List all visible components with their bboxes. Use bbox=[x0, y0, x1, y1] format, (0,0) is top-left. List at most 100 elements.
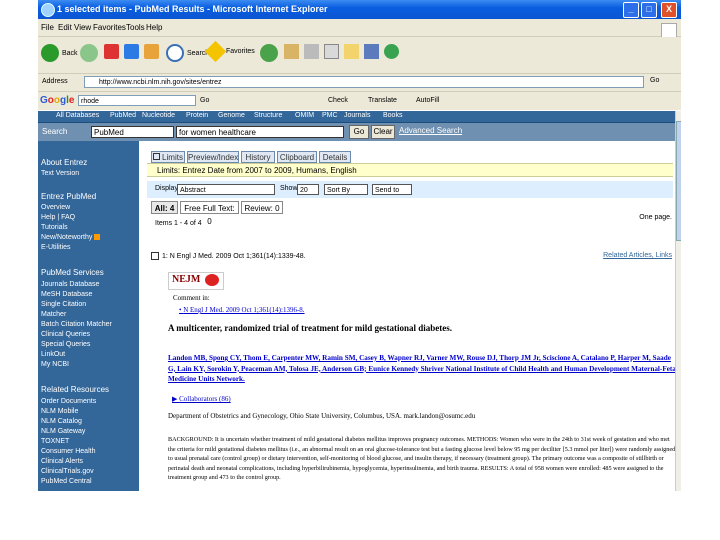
back-button[interactable]: Back bbox=[41, 44, 78, 62]
sort-by-select[interactable]: Sort By bbox=[324, 184, 368, 195]
menu-edit[interactable]: Edit bbox=[58, 23, 72, 32]
stop-button[interactable] bbox=[104, 44, 119, 59]
maximize-button[interactable]: □ bbox=[641, 2, 657, 18]
filter-free-full-text[interactable]: Free Full Text: 0 bbox=[180, 201, 239, 226]
sidebar-item-help[interactable]: Help | FAQ bbox=[41, 214, 75, 221]
nav-journals[interactable]: Journals bbox=[344, 112, 370, 119]
sidebar-item-single-citation[interactable]: Single Citation bbox=[41, 301, 86, 308]
mail-icon bbox=[284, 44, 299, 59]
sidebar-item-clinical-queries[interactable]: Clinical Queries bbox=[41, 331, 90, 338]
research-button[interactable] bbox=[364, 44, 379, 59]
menu-file[interactable]: File bbox=[41, 23, 54, 32]
search-button[interactable]: Search bbox=[166, 44, 209, 62]
tab-details[interactable]: Details bbox=[319, 151, 351, 163]
nav-structure[interactable]: Structure bbox=[254, 112, 282, 119]
favorites-button[interactable]: Favorites bbox=[204, 40, 255, 63]
google-go-button[interactable]: Go bbox=[200, 97, 209, 104]
tab-history[interactable]: History bbox=[241, 151, 275, 163]
history-button[interactable] bbox=[260, 44, 278, 62]
article-title: A multicenter, randomized trial of treat… bbox=[168, 323, 453, 333]
sidebar-item-matcher[interactable]: Matcher bbox=[41, 311, 66, 318]
sidebar-item-consumer-health[interactable]: Consumer Health bbox=[41, 448, 95, 455]
nav-books[interactable]: Books bbox=[383, 112, 402, 119]
sidebar-heading-about[interactable]: About Entrez bbox=[41, 158, 87, 167]
show-count-select[interactable]: 20 bbox=[297, 184, 319, 195]
discuss-button[interactable] bbox=[344, 44, 359, 59]
nav-protein[interactable]: Protein bbox=[186, 112, 208, 119]
sidebar-item-order-documents[interactable]: Order Documents bbox=[41, 398, 96, 405]
sidebar-item-overview[interactable]: Overview bbox=[41, 204, 70, 211]
google-search-input[interactable]: rhode bbox=[78, 95, 196, 106]
menu-tools[interactable]: Tools bbox=[126, 23, 145, 32]
address-input[interactable]: http://www.ncbi.nlm.nih.gov/sites/entrez bbox=[84, 76, 644, 88]
advanced-search-link[interactable]: Advanced Search bbox=[399, 126, 462, 135]
nav-omim[interactable]: OMIM bbox=[295, 112, 314, 119]
tab-limits-label: Limits bbox=[162, 153, 183, 162]
filter-all[interactable]: All: 4 bbox=[151, 201, 178, 214]
google-check-button[interactable]: Check bbox=[328, 97, 348, 104]
tab-clipboard[interactable]: Clipboard bbox=[277, 151, 317, 163]
sidebar-item-nlm-catalog[interactable]: NLM Catalog bbox=[41, 418, 82, 425]
close-button[interactable]: X bbox=[661, 2, 677, 18]
sidebar-item-clinical-alerts[interactable]: Clinical Alerts bbox=[41, 458, 83, 465]
messenger-button[interactable] bbox=[384, 44, 399, 59]
search-query-input[interactable]: for women healthcare bbox=[176, 126, 344, 138]
tab-preview-index[interactable]: Preview/Index bbox=[187, 151, 239, 163]
nav-pmc[interactable]: PMC bbox=[322, 112, 338, 119]
select-checkbox[interactable] bbox=[151, 252, 159, 260]
vertical-scrollbar[interactable] bbox=[675, 111, 681, 491]
collaborators-toggle[interactable]: ▶ Collaborators (86) bbox=[172, 395, 231, 403]
sidebar-item-new-noteworthy-label: New/Noteworthy bbox=[41, 234, 93, 241]
database-select[interactable]: PubMed bbox=[91, 126, 174, 138]
standard-toolbar: Back Search Favorites bbox=[38, 37, 681, 74]
sidebar-item-mesh-db[interactable]: MeSH Database bbox=[41, 291, 92, 298]
google-translate-button[interactable]: Translate bbox=[368, 97, 397, 104]
print-button[interactable] bbox=[304, 44, 319, 59]
sidebar-item-new-noteworthy[interactable]: New/Noteworthy bbox=[41, 234, 101, 241]
sidebar-item-journals-db[interactable]: Journals Database bbox=[41, 281, 99, 288]
sidebar-item-nlm-mobile[interactable]: NLM Mobile bbox=[41, 408, 78, 415]
comment-link[interactable]: • N Engl J Med. 2009 Oct 1;361(14):1396-… bbox=[179, 306, 305, 314]
sidebar-item-pubmed-central[interactable]: PubMed Central bbox=[41, 478, 92, 485]
sidebar-item-clinicaltrials[interactable]: ClinicalTrials.gov bbox=[41, 468, 94, 475]
sidebar-item-linkout[interactable]: LinkOut bbox=[41, 351, 65, 358]
menu-view[interactable]: View bbox=[74, 23, 91, 32]
send-to-select[interactable]: Send to bbox=[372, 184, 412, 195]
author-list[interactable]: Landon MB, Spong CY, Thom E, Carpenter M… bbox=[168, 353, 678, 385]
mail-button[interactable] bbox=[284, 44, 299, 59]
nejm-logo[interactable]: NEJM bbox=[168, 272, 224, 290]
pubmed-search-bar: Search PubMed for women healthcare Go Cl… bbox=[38, 123, 675, 141]
scrollbar-thumb[interactable] bbox=[676, 121, 681, 241]
go-button[interactable]: Go bbox=[650, 77, 659, 84]
refresh-button[interactable] bbox=[124, 44, 139, 59]
menu-help[interactable]: Help bbox=[146, 23, 162, 32]
nav-all-databases[interactable]: All Databases bbox=[56, 112, 99, 119]
nav-pubmed[interactable]: PubMed bbox=[110, 112, 136, 119]
tab-limits[interactable]: Limits bbox=[151, 151, 185, 163]
edit-button[interactable] bbox=[324, 44, 339, 59]
display-format-select[interactable]: Abstract bbox=[177, 184, 275, 195]
search-query-text: women healthcare bbox=[190, 128, 256, 137]
related-articles-link[interactable]: Related Articles, Links bbox=[603, 252, 672, 259]
back-label: Back bbox=[62, 49, 78, 57]
sidebar-item-tutorials[interactable]: Tutorials bbox=[41, 224, 68, 231]
sidebar-item-batch-citation[interactable]: Batch Citation Matcher bbox=[41, 321, 112, 328]
window-title: 1 selected items - PubMed Results - Micr… bbox=[57, 4, 328, 14]
nav-nucleotide[interactable]: Nucleotide bbox=[142, 112, 175, 119]
minimize-button[interactable]: _ bbox=[623, 2, 639, 18]
sidebar-item-toxnet[interactable]: TOXNET bbox=[41, 438, 69, 445]
sidebar-item-text-version[interactable]: Text Version bbox=[41, 170, 79, 177]
home-button[interactable] bbox=[144, 44, 159, 59]
back-arrow-icon bbox=[41, 44, 59, 62]
sidebar-item-eutilities[interactable]: E-Utilities bbox=[41, 244, 71, 251]
sidebar-item-nlm-gateway[interactable]: NLM Gateway bbox=[41, 428, 85, 435]
google-autofill-button[interactable]: AutoFill bbox=[416, 97, 439, 104]
sidebar-item-special-queries[interactable]: Special Queries bbox=[41, 341, 90, 348]
search-go-button[interactable]: Go bbox=[349, 125, 369, 139]
forward-button[interactable] bbox=[80, 44, 98, 62]
sidebar-item-my-ncbi[interactable]: My NCBI bbox=[41, 361, 69, 368]
filter-review[interactable]: Review: 0 bbox=[241, 201, 283, 214]
menu-favorites[interactable]: Favorites bbox=[93, 23, 126, 32]
nav-genome[interactable]: Genome bbox=[218, 112, 245, 119]
search-clear-button[interactable]: Clear bbox=[371, 125, 395, 139]
